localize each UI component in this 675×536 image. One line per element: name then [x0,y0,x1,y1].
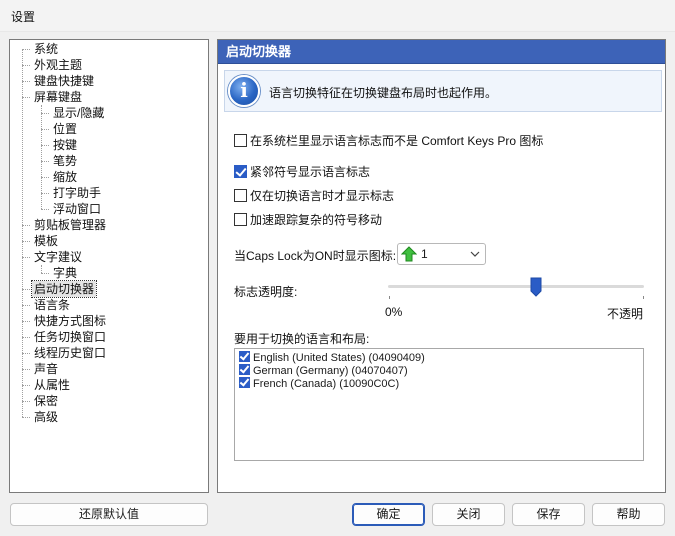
checkbox-icon[interactable] [239,364,250,375]
tree-connector [22,401,30,402]
tree-item[interactable]: 任务切换窗口 [32,329,108,345]
tree-connector [41,161,49,162]
ok-button[interactable]: 确定 [352,503,425,526]
tree-item[interactable]: 从属性 [32,377,72,393]
tree-connector [22,49,30,50]
tree-item[interactable]: 高级 [32,409,60,425]
tree-item[interactable]: 位置 [51,121,79,137]
opacity-min-label: 0% [385,305,403,319]
show-in-tray-label: 在系统栏里显示语言标志而不是 Comfort Keys Pro 图标 [250,134,544,148]
chevron-down-icon [470,251,480,257]
tree-connector [41,177,49,178]
list-item[interactable]: German (Germany) (04070407) [239,364,408,378]
tree-connector [41,265,42,273]
caps-lock-icon-select[interactable]: 1 [397,243,486,265]
tree-connector [22,65,30,66]
tree-item[interactable]: 文字建议 [32,249,84,265]
checkbox-icon [234,134,247,147]
tree-item[interactable]: 笔势 [51,153,79,169]
checkbox-icon [234,213,247,226]
checkbox-icon [234,189,247,202]
tree-item[interactable]: 保密 [32,393,60,409]
show-near-caret-label: 紧邻符号显示语言标志 [250,165,371,179]
language-label: French (Canada) (10090C0C) [253,378,400,390]
opacity-slider-track[interactable] [388,285,644,288]
list-item[interactable]: English (United States) (04090409) [239,351,425,365]
settings-panel: 启动切换器 i 语言切换特征在切换键盘布局时也起作用。 在系统栏里显示语言标志而… [217,39,666,493]
info-text: 语言切换特征在切换键盘布局时也起作用。 [269,86,498,100]
slider-tick [389,296,390,299]
track-complex-label: 加速跟踪复杂的符号移动 [250,213,383,227]
opacity-label: 标志透明度: [234,285,298,299]
tree-connector [22,97,30,98]
show-in-tray-checkbox[interactable]: 在系统栏里显示语言标志而不是 Comfort Keys Pro 图标 [234,133,543,149]
checkbox-icon[interactable] [239,351,250,362]
list-item[interactable]: French (Canada) (10090C0C) [239,377,399,391]
tree-connector [22,225,30,226]
tree-item[interactable]: 系统 [32,41,60,57]
show-near-caret-checkbox[interactable]: 紧邻符号显示语言标志 [234,164,370,180]
tree-item[interactable]: 外观主题 [32,57,84,73]
tree-connector [22,417,30,418]
tree-connector [41,273,49,274]
tree-connector [41,105,42,209]
tree-connector [22,353,30,354]
checkbox-icon[interactable] [239,377,250,388]
caps-lock-value: 1 [421,247,428,261]
tree-connector [22,257,30,258]
language-label: English (United States) (04090409) [253,352,425,364]
tree-connector [22,305,30,306]
tree-item[interactable]: 启动切换器 [30,280,98,298]
window-title: 设置 [11,10,36,24]
caps-lock-label: 当Caps Lock为ON时显示图标: [234,249,397,263]
tree-item[interactable]: 字典 [51,265,79,281]
tree-item[interactable]: 语言条 [32,297,72,313]
only-on-switch-label: 仅在切换语言时才显示标志 [250,189,395,203]
opacity-slider-thumb[interactable] [530,277,542,297]
tree-item[interactable]: 按键 [51,137,79,153]
title-bar: 设置 [0,0,675,32]
tree-connector [41,113,49,114]
tree-item[interactable]: 屏幕键盘 [32,89,84,105]
tree-connector [22,289,30,290]
tree-connector [22,81,30,82]
panel-title: 启动切换器 [218,40,665,64]
tree-connector [41,145,49,146]
tree-item[interactable]: 键盘快捷键 [32,73,96,89]
only-on-switch-checkbox[interactable]: 仅在切换语言时才显示标志 [234,188,394,204]
tree-connector [22,49,23,417]
track-complex-checkbox[interactable]: 加速跟踪复杂的符号移动 [234,212,382,228]
tree-connector [22,321,30,322]
checkbox-icon [234,165,247,178]
settings-tree[interactable]: 系统 外观主题 键盘快捷键 屏幕键盘 显示/隐藏 位置 按键 笔势 缩放 打字助手 浮动窗口 剪贴板管… [9,39,209,493]
slider-tick [643,296,644,299]
opacity-max-label: 不透明 [607,307,644,321]
restore-defaults-button[interactable]: 还原默认值 [10,503,208,526]
tree-connector [22,385,30,386]
tree-item[interactable]: 模板 [32,233,60,249]
tree-item[interactable]: 打字助手 [51,185,103,201]
languages-label: 要用于切换的语言和布局: [234,332,370,346]
tree-item[interactable]: 缩放 [51,169,79,185]
tree-item[interactable]: 快捷方式图标 [32,313,108,329]
tree-connector [22,241,30,242]
green-up-arrow-icon [401,246,417,262]
save-button[interactable]: 保存 [512,503,585,526]
languages-list[interactable]: English (United States) (04090409) Germa… [234,348,644,461]
tree-item[interactable]: 显示/隐藏 [51,105,106,121]
tree-item[interactable]: 线程历史窗口 [32,345,108,361]
tree-connector [41,209,49,210]
close-button[interactable]: 关闭 [432,503,505,526]
info-box: i 语言切换特征在切换键盘布局时也起作用。 [224,70,662,112]
info-icon: i [228,75,260,107]
tree-connector [22,369,30,370]
help-button[interactable]: 帮助 [592,503,665,526]
language-label: German (Germany) (04070407) [253,365,408,377]
tree-connector [41,193,49,194]
tree-connector [22,337,30,338]
tree-item[interactable]: 声音 [32,361,60,377]
tree-item[interactable]: 剪贴板管理器 [32,217,108,233]
tree-connector [41,129,49,130]
tree-item[interactable]: 浮动窗口 [51,201,103,217]
